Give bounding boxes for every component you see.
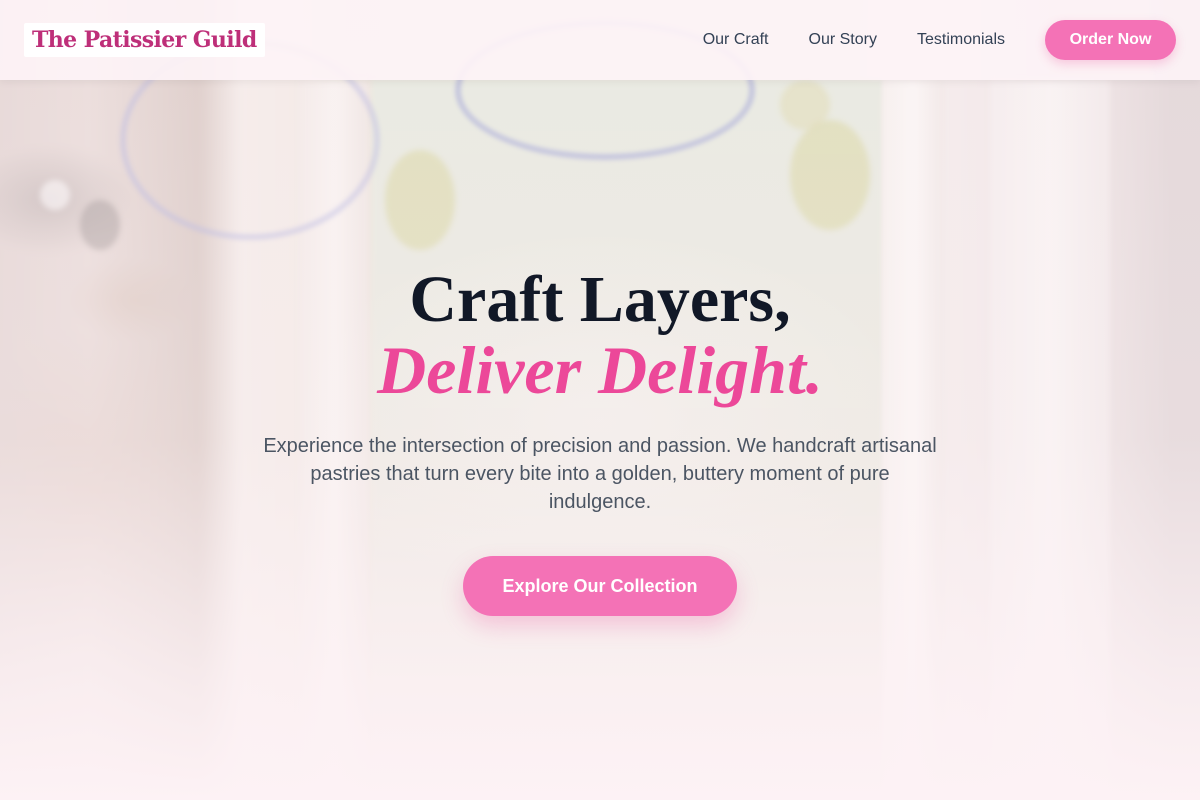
explore-collection-button[interactable]: Explore Our Collection — [463, 556, 737, 616]
hero-headline-line-2: Deliver Delight. — [377, 332, 823, 408]
nav-link-testimonials[interactable]: Testimonials — [917, 31, 1005, 49]
main-nav: Our Craft Our Story Testimonials Order N… — [703, 20, 1176, 60]
nav-link-our-craft[interactable]: Our Craft — [703, 31, 769, 49]
site-header: The Patissier Guild Our Craft Our Story … — [0, 0, 1200, 80]
hero-headline-line-1: Craft Layers, — [409, 263, 791, 336]
hero-section: Craft Layers, Deliver Delight. Experienc… — [0, 262, 1200, 616]
nav-link-our-story[interactable]: Our Story — [809, 31, 877, 49]
order-now-button[interactable]: Order Now — [1045, 20, 1176, 60]
hero-headline: Craft Layers, Deliver Delight. — [0, 262, 1200, 408]
brand-logo[interactable]: The Patissier Guild — [24, 23, 265, 57]
hero-description: Experience the intersection of precision… — [263, 435, 937, 513]
